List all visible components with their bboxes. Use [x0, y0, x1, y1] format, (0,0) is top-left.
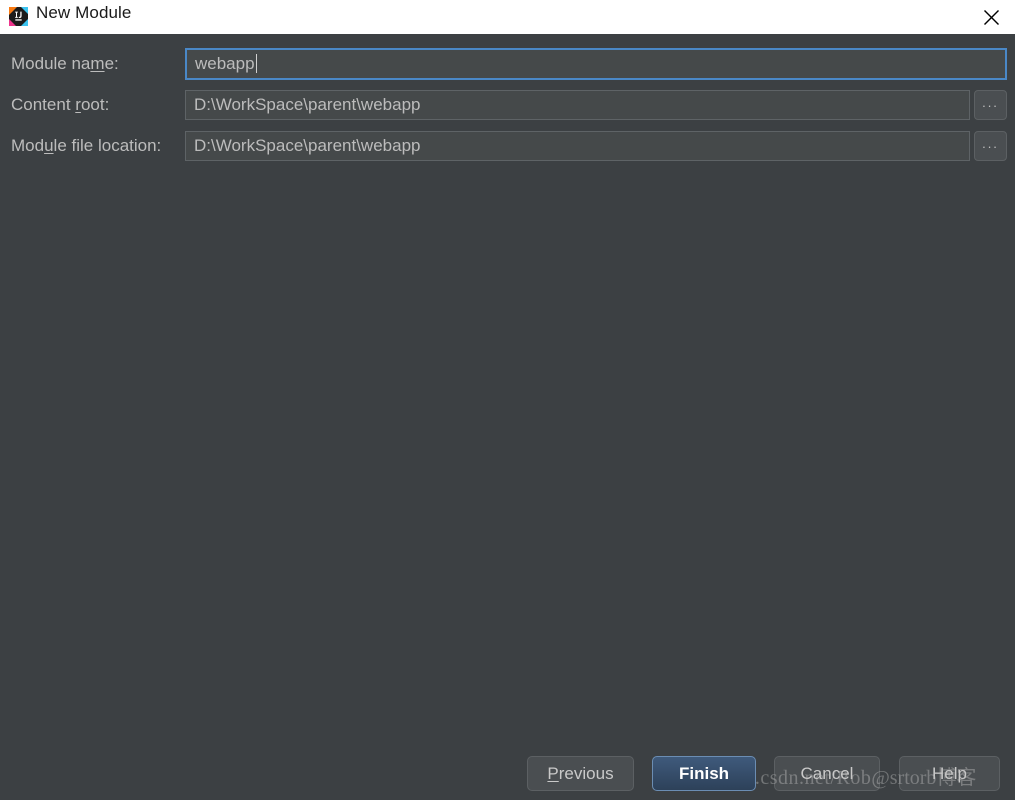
module-file-location-input[interactable]: D:\WorkSpace\parent\webapp [185, 131, 970, 161]
cancel-button[interactable]: Cancel [774, 756, 880, 791]
title-bar: New Module [0, 0, 1015, 34]
module-name-value: webapp [195, 54, 255, 73]
text-caret [255, 54, 257, 73]
finish-button[interactable]: Finish [652, 756, 756, 791]
dialog-content: Module name: webapp Content root: D:\Wor… [0, 34, 1015, 800]
previous-button-label-after: revious [558, 763, 614, 783]
module-name-input[interactable]: webapp [185, 48, 1007, 80]
close-icon[interactable] [967, 0, 1015, 34]
module-name-label-suffix: e: [104, 54, 119, 73]
module-file-location-label-suffix: le file location: [53, 136, 162, 155]
content-root-input[interactable]: D:\WorkSpace\parent\webapp [185, 90, 970, 120]
help-button[interactable]: Help [899, 756, 1000, 791]
finish-button-label-after: inish [689, 763, 730, 783]
dialog-button-bar: Previous Finish Cancel Help [0, 756, 1015, 800]
module-name-label: Module name: [11, 49, 119, 79]
content-root-browse-button[interactable]: ... [974, 90, 1007, 120]
module-name-label-text: Module na [11, 54, 91, 73]
module-file-location-browse-button[interactable]: ... [974, 131, 1007, 161]
finish-button-mnemonic: F [678, 763, 690, 783]
module-file-location-label: Module file location: [11, 131, 161, 161]
content-root-label-text: Content [11, 95, 76, 114]
module-name-label-mnemonic: m [90, 54, 105, 73]
intellij-idea-logo-icon [9, 7, 28, 26]
module-file-location-label-mnemonic: u [44, 136, 54, 155]
previous-button[interactable]: Previous [527, 756, 634, 791]
content-root-label-suffix: oot: [80, 95, 110, 114]
new-module-dialog: New Module Module name: webapp Content r… [0, 0, 1015, 800]
previous-button-mnemonic: P [547, 763, 559, 783]
module-file-location-label-text: Mod [11, 136, 45, 155]
content-root-label: Content root: [11, 90, 109, 120]
window-title: New Module [36, 3, 132, 22]
